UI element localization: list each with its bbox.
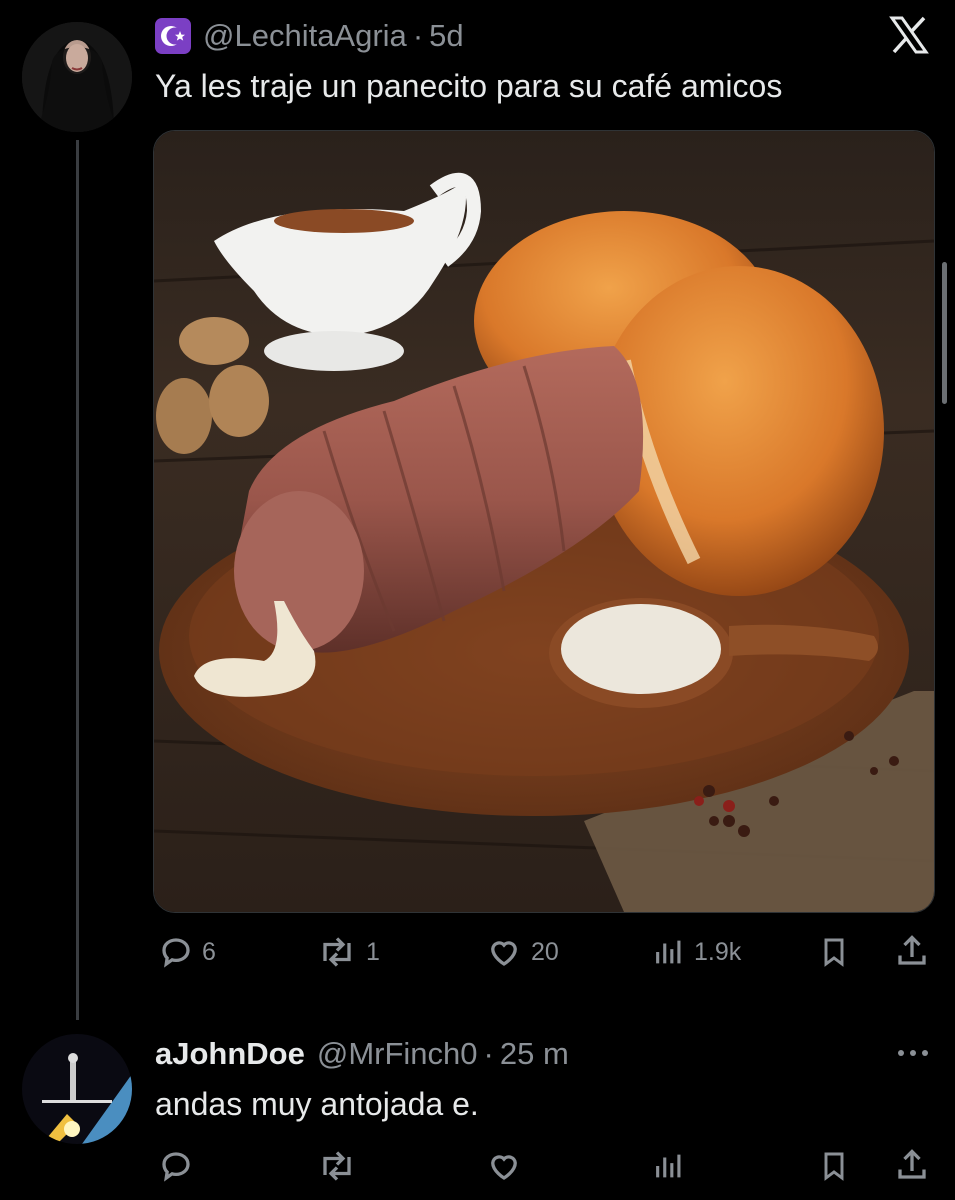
food-photo [154,131,934,912]
tweet-time[interactable]: 5d [429,18,463,54]
reply-like-button[interactable] [485,1148,523,1184]
heart-icon [491,1155,517,1180]
reply-time[interactable]: 25 m [500,1036,569,1072]
reply-display-name[interactable]: aJohnDoe [155,1036,305,1072]
avatar[interactable] [22,22,132,132]
heart-icon [491,941,517,966]
scrollbar[interactable] [942,262,947,404]
reply-reply-button[interactable] [158,1148,194,1184]
bookmark-button[interactable] [818,934,850,970]
separator-dot: · [412,18,424,53]
share-button[interactable] [894,932,930,970]
bar-chart-icon [656,940,681,964]
reply-text: andas muy antojada e. [155,1086,479,1122]
avatar-photo [22,22,132,132]
bookmark-icon [824,1152,844,1181]
view-count: 1.9k [694,937,742,966]
bar-chart-icon [656,1154,681,1178]
like-count: 20 [531,937,559,966]
retweet-icon [323,1151,351,1181]
retweet-count: 1 [366,937,380,966]
separator-dot: · [483,1036,494,1071]
reply-count: 6 [202,937,216,966]
share-icon [898,935,926,965]
thread-connector-line [76,140,79,1020]
like-button[interactable]: 20 [485,934,559,970]
crescent-star-icon [155,18,191,54]
reply-avatar[interactable] [22,1034,132,1144]
retweet-button[interactable]: 1 [316,934,380,970]
reply-header: aJohnDoe @MrFinch0 · 25 m [155,1034,569,1074]
reply-retweet-button[interactable] [316,1148,358,1184]
reply-share-button[interactable] [894,1146,930,1184]
share-icon [898,1149,926,1179]
avatar-art [22,1034,132,1144]
reply-icon [162,938,190,968]
tweet-handle[interactable]: @LechitaAgria [203,18,407,54]
tweet-text: Ya les traje un panecito para su café am… [155,68,783,104]
views-button[interactable]: 1.9k [652,934,741,970]
tweet-header: @LechitaAgria · 5d [155,16,464,56]
tweet-media-image[interactable] [153,130,935,913]
bookmark-icon [824,938,844,967]
reply-button[interactable]: 6 [158,934,216,970]
more-dots-icon[interactable] [895,1046,931,1058]
retweet-icon [323,937,351,967]
reply-handle[interactable]: @MrFinch0 [317,1036,478,1072]
reply-views-button[interactable] [652,1148,686,1184]
reply-bookmark-button[interactable] [818,1148,850,1184]
x-logo-icon[interactable] [888,14,930,56]
reply-icon [162,1152,190,1182]
